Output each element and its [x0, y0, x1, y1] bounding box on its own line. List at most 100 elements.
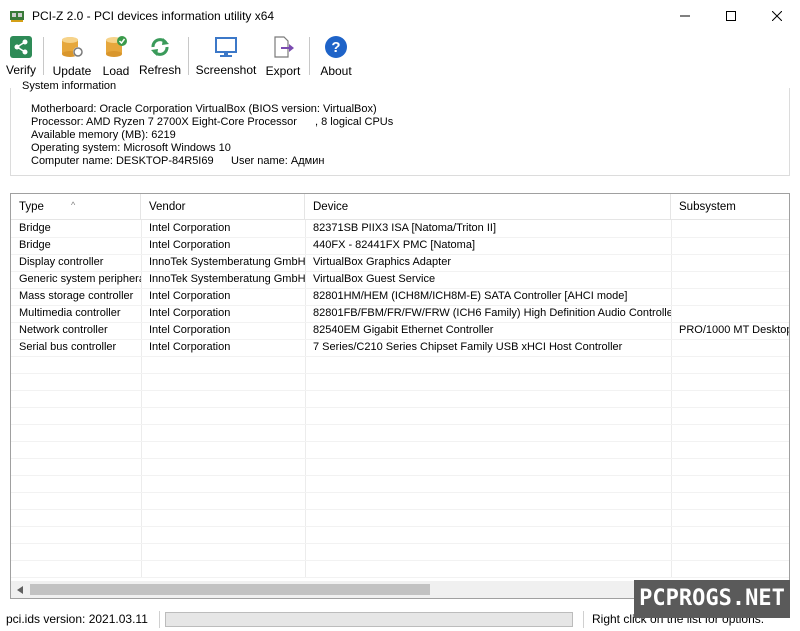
- column-header-label: Subsystem: [679, 201, 736, 213]
- user-name-info: User name: Админ: [231, 155, 325, 167]
- column-header-device[interactable]: Device: [305, 194, 671, 220]
- row-gridline: [11, 424, 789, 425]
- row-gridline: [11, 458, 789, 459]
- refresh-label: Refresh: [138, 63, 182, 77]
- load-button[interactable]: Load: [101, 35, 131, 78]
- toolbar-separator: [43, 37, 44, 75]
- os-info: Operating system: Microsoft Windows 10: [31, 142, 231, 154]
- row-gridline: [11, 237, 789, 238]
- column-header-vendor[interactable]: Vendor: [141, 194, 305, 220]
- sort-ascending-icon: ^: [71, 200, 76, 210]
- device-cell: VirtualBox Guest Service: [313, 273, 436, 285]
- verify-button[interactable]: Verify: [6, 35, 36, 77]
- subsystem-cell: [671, 339, 789, 356]
- scrollbar-thumb[interactable]: [30, 584, 430, 595]
- column-header-label: Device: [313, 201, 349, 213]
- row-gridline: [11, 560, 789, 561]
- pci-card-icon: [9, 8, 25, 24]
- chevron-left-icon: [16, 585, 23, 594]
- subsystem-cell: [671, 271, 789, 288]
- help-icon: ?: [324, 35, 348, 59]
- maximize-icon: [726, 10, 736, 21]
- vendor-cell: Intel Corporation: [149, 222, 231, 234]
- column-header-label: Type: [19, 201, 44, 213]
- table-row[interactable]: Serial bus controller Intel Corporation 7 …: [11, 339, 789, 356]
- table-row[interactable]: Mass storage controller Intel Corporation…: [11, 288, 789, 305]
- row-gridline: [11, 475, 789, 476]
- row-gridline: [11, 407, 789, 408]
- system-info-group: System information Motherboard: Oracle C…: [10, 80, 790, 176]
- status-separator: [583, 611, 584, 628]
- table-row[interactable]: Display controller InnoTek Systemberatung…: [11, 254, 789, 271]
- cpu-count-info: , 8 logical CPUs: [315, 116, 394, 128]
- row-gridline: [11, 254, 789, 255]
- row-gridline: [11, 577, 789, 578]
- screenshot-button[interactable]: Screenshot: [195, 35, 257, 77]
- toolbar-separator: [309, 37, 310, 75]
- refresh-button[interactable]: Refresh: [138, 35, 182, 77]
- type-cell: Display controller: [19, 256, 104, 268]
- row-gridline: [11, 271, 789, 272]
- row-gridline: [11, 509, 789, 510]
- column-header-type[interactable]: Type ^: [11, 194, 141, 220]
- table-row[interactable]: Bridge Intel Corporation 82371SB PIIX3 ISA…: [11, 220, 789, 237]
- database-load-icon: [104, 35, 128, 59]
- export-icon: [271, 35, 295, 59]
- system-info-legend: System information: [19, 80, 120, 92]
- close-button[interactable]: [754, 0, 800, 31]
- row-gridline: [11, 339, 789, 340]
- row-gridline: [11, 441, 789, 442]
- export-label: Export: [265, 64, 301, 78]
- window-title: PCI-Z 2.0 - PCI devices information util…: [32, 8, 275, 23]
- type-cell: Bridge: [19, 222, 51, 234]
- table-row[interactable]: Bridge Intel Corporation 440FX - 82441FX P…: [11, 237, 789, 254]
- table-row[interactable]: Generic system peripheral InnoTek Systemb…: [11, 271, 789, 288]
- window-controls: [662, 0, 800, 31]
- device-cell: 82371SB PIIX3 ISA [Natoma/Triton II]: [313, 222, 497, 234]
- vendor-cell: InnoTek Systemberatung GmbH: [149, 273, 305, 285]
- device-cell: 82540EM Gigabit Ethernet Controller: [313, 324, 494, 336]
- toolbar-separator: [188, 37, 189, 75]
- device-cell: VirtualBox Graphics Adapter: [313, 256, 451, 268]
- vendor-cell: Intel Corporation: [149, 307, 231, 319]
- pci-ids-version: pci.ids version: 2021.03.11: [6, 612, 148, 626]
- vendor-cell: Intel Corporation: [149, 290, 231, 302]
- type-cell: Network controller: [19, 324, 108, 336]
- minimize-button[interactable]: [662, 0, 708, 31]
- about-button[interactable]: ? About: [317, 35, 355, 78]
- share-icon: [9, 35, 33, 58]
- device-list[interactable]: Type ^ Vendor Device Subsystem Bridge Int…: [10, 193, 790, 599]
- database-update-icon: [60, 35, 84, 59]
- update-label: Update: [52, 64, 92, 78]
- column-header-subsystem[interactable]: Subsystem: [671, 194, 789, 220]
- scroll-left-button[interactable]: [11, 581, 28, 598]
- vendor-cell: Intel Corporation: [149, 239, 231, 251]
- refresh-icon: [148, 35, 172, 58]
- processor-info: Processor: AMD Ryzen 7 2700X Eight-Core …: [31, 116, 297, 128]
- screenshot-label: Screenshot: [195, 63, 257, 77]
- load-label: Load: [102, 64, 130, 78]
- minimize-icon: [680, 15, 690, 16]
- verify-label: Verify: [6, 63, 37, 77]
- type-cell: Bridge: [19, 239, 51, 251]
- row-gridline: [11, 543, 789, 544]
- vendor-cell: InnoTek Systemberatung GmbH: [149, 256, 305, 268]
- device-cell: 82801HM/HEM (ICH8M/ICH8M-E) SATA Control…: [313, 290, 628, 302]
- computer-name-info: Computer name: DESKTOP-84R5I69: [31, 155, 214, 167]
- device-cell: 7 Series/C210 Series Chipset Family USB …: [313, 341, 623, 353]
- subsystem-cell: [671, 305, 789, 322]
- watermark: PCPROGS.NET: [634, 580, 790, 618]
- table-row[interactable]: Multimedia controller Intel Corporation 82…: [11, 305, 789, 322]
- table-row[interactable]: Network controller Intel Corporation 82540…: [11, 322, 789, 339]
- monitor-icon: [214, 35, 238, 58]
- status-separator: [159, 611, 160, 628]
- update-button[interactable]: Update: [52, 35, 92, 78]
- type-cell: Serial bus controller: [19, 341, 117, 353]
- export-button[interactable]: Export: [263, 35, 303, 78]
- maximize-button[interactable]: [708, 0, 754, 31]
- title-bar: PCI-Z 2.0 - PCI devices information util…: [0, 0, 800, 31]
- row-gridline: [11, 492, 789, 493]
- column-header-label: Vendor: [149, 201, 186, 213]
- row-gridline: [11, 305, 789, 306]
- toolbar: Verify Update Load Refresh Screenshot Ex…: [0, 31, 800, 79]
